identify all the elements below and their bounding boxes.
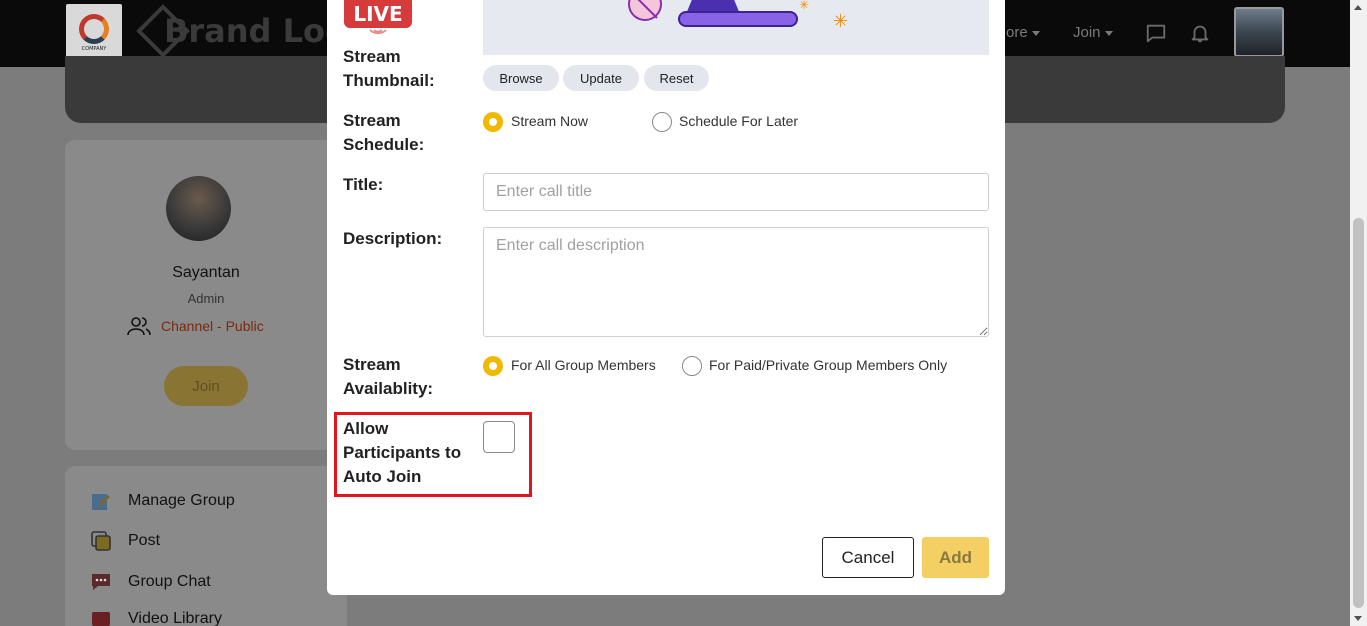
company-logo-mark	[79, 14, 109, 44]
video-icon	[92, 612, 110, 626]
nav-join-dropdown[interactable]: Join	[1073, 24, 1113, 41]
user-avatar[interactable]	[1234, 7, 1284, 57]
page-scrollbar[interactable]	[1350, 0, 1367, 626]
menu-item-label: Post	[128, 532, 161, 549]
stream-schedule-label: Stream Schedule:	[343, 111, 425, 154]
profile-role: Admin	[187, 291, 225, 306]
chevron-down-icon	[1031, 30, 1040, 36]
menu-item-post[interactable]: Post	[90, 530, 160, 552]
call-title-input[interactable]	[483, 173, 989, 211]
svg-text:✳: ✳	[799, 0, 809, 12]
radio-schedule-later[interactable]	[652, 112, 672, 132]
company-logo[interactable]: COMPANY	[66, 4, 122, 62]
stream-thumbnail-label: Stream Thumbnail:	[343, 47, 435, 90]
stream-availability-label: Stream Availablity:	[343, 355, 434, 398]
profile-avatar	[166, 176, 231, 241]
broadcast-waves-icon	[369, 29, 387, 35]
thumbnail-illustration-icon: ✳ ✳	[628, 0, 848, 32]
thumbnail-preview: ✳ ✳	[483, 0, 989, 55]
chat-icon	[92, 574, 110, 590]
company-logo-text: COMPANY	[81, 46, 107, 52]
radio-stream-now-label[interactable]: Stream Now	[511, 113, 588, 129]
live-badge: LIVE	[344, 0, 412, 28]
radio-all-members-label[interactable]: For All Group Members	[511, 357, 656, 373]
menu-item-label: Manage Group	[128, 492, 235, 509]
scroll-up-arrow-icon[interactable]	[1354, 5, 1362, 10]
users-icon	[127, 317, 151, 336]
nav-more-dropdown[interactable]: ore	[1006, 24, 1040, 41]
radio-all-members[interactable]	[483, 356, 503, 376]
chevron-down-icon	[1104, 30, 1113, 36]
cancel-button[interactable]: Cancel	[822, 537, 914, 578]
edit-icon	[92, 494, 110, 510]
menu-item-label: Group Chat	[128, 573, 211, 590]
post-icon	[91, 531, 111, 551]
radio-paid-members[interactable]	[682, 356, 702, 376]
nav-join-label: Join	[1073, 24, 1101, 41]
scrollbar-thumb[interactable]	[1353, 218, 1364, 608]
scroll-down-arrow-icon[interactable]	[1354, 616, 1362, 621]
auto-join-label: Allow Participants to Auto Join	[343, 419, 462, 486]
add-button[interactable]: Add	[922, 537, 989, 578]
auto-join-checkbox[interactable]	[483, 421, 515, 453]
channel-info: Channel - Public	[127, 316, 264, 336]
radio-stream-now[interactable]	[483, 112, 503, 132]
update-button[interactable]: Update	[563, 65, 639, 91]
radio-paid-members-label[interactable]: For Paid/Private Group Members Only	[709, 357, 947, 373]
svg-text:✳: ✳	[833, 11, 848, 32]
menu-item-video-library[interactable]: Video Library	[90, 608, 222, 626]
menu-item-manage-group[interactable]: Manage Group	[90, 490, 235, 512]
menu-item-group-chat[interactable]: Group Chat	[90, 571, 211, 593]
browse-button[interactable]: Browse	[483, 65, 559, 91]
title-label: Title:	[343, 175, 384, 194]
call-description-textarea[interactable]	[483, 227, 989, 337]
profile-name: Sayantan	[172, 264, 240, 281]
nav-more-label: ore	[1006, 24, 1028, 41]
join-group-button[interactable]: Join	[164, 366, 248, 406]
bell-icon[interactable]	[1189, 22, 1211, 44]
description-label: Description:	[343, 229, 443, 248]
channel-label: Channel - Public	[161, 318, 264, 334]
menu-item-label: Video Library	[128, 610, 222, 626]
chat-bubble-icon[interactable]	[1145, 22, 1167, 44]
radio-schedule-later-label[interactable]: Schedule For Later	[679, 113, 798, 129]
brand-logo-text[interactable]: Brand Log	[164, 12, 348, 50]
reset-button[interactable]: Reset	[644, 65, 709, 91]
